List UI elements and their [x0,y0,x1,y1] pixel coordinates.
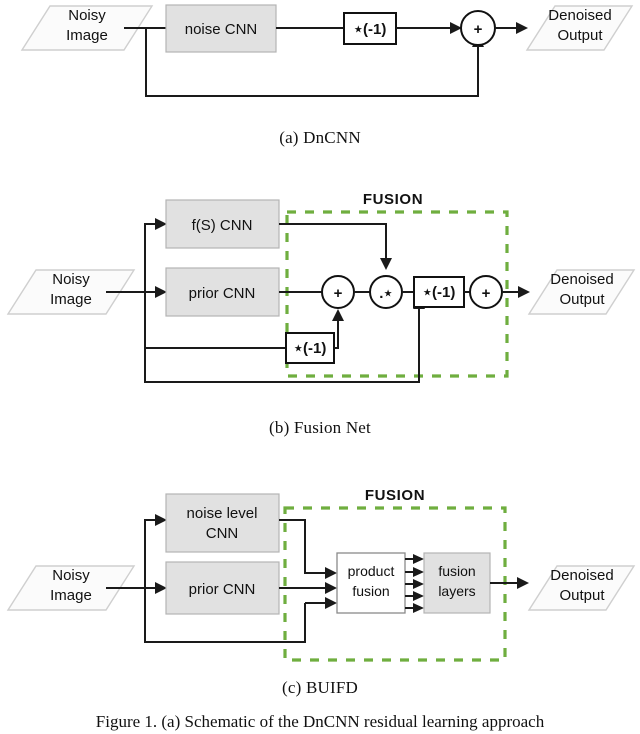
denoised-output-b: Denoised Output [527,269,636,315]
prior-cnn-block-b: prior CNN [165,267,280,317]
figure-caption: Figure 1. (a) Schematic of the DnCNN res… [95,712,545,731]
product-fusion-block: product fusion [336,552,406,614]
subcaption-a: (a) DnCNN [279,128,361,147]
product-fusion-label-line1: product [348,563,395,579]
arrowhead-noise-into-product-fusion [325,567,337,579]
arrowhead-prior-into-product-fusion [325,582,337,594]
fs-cnn-label: f(S) CNN [192,217,253,234]
denoised-output-label-line2: Output [557,27,603,44]
negate-skip-block-b: ⋆(-1) [285,332,335,364]
noisy-image-label-line1-b: Noisy [52,271,90,288]
arrowhead-into-output-c [517,577,529,589]
noisy-image-label-line1: Noisy [68,7,106,24]
fusion-label-c: FUSION [365,487,425,504]
negate-block-a: ⋆(-1) [343,12,397,45]
noisy-image-label-line2-c: Image [50,587,92,604]
denoised-output-label-line2-b: Output [559,291,605,308]
negate-inline-block-b: ⋆(-1) [413,276,465,308]
subcaption-b: (b) Fusion Net [269,418,371,437]
arrowhead-skip-into-product-fusion [325,597,337,609]
wire-bus-skip-to-sum2 [144,309,420,383]
noise-cnn-block: noise CNN [165,4,277,53]
negate-inline-label-b: ⋆(-1) [423,284,456,301]
arrowhead-into-noise-level-cnn [155,514,167,526]
noise-level-cnn-block: noise level CNN [165,493,280,553]
product-label-b: .⋆ [379,285,393,302]
noisy-image-label-line2: Image [66,27,108,44]
dncnn-diagram: Noisy Image noise CNN ⋆(-1) + Denoised O… [20,4,634,97]
fusion-layers-label-line1: fusion [438,563,475,579]
prior-cnn-block-c: prior CNN [165,561,280,615]
denoised-output-a: Denoised Output [525,5,634,51]
arrowhead-into-fs-cnn [155,218,167,230]
negate-label-a: ⋆(-1) [354,21,387,38]
arrowhead-into-prior-cnn-c [155,582,167,594]
panel-dncnn: Noisy Image noise CNN ⋆(-1) + Denoised O… [0,0,640,120]
prior-cnn-label-c: prior CNN [189,581,256,598]
fs-cnn-block: f(S) CNN [165,199,280,249]
interconnect-arrows [405,554,424,613]
denoised-output-label-line1-c: Denoised [550,567,613,584]
sum-node-1-b: + [321,275,355,309]
arrowhead-into-product-node [380,258,392,270]
arrowhead-into-prior-cnn-b [155,286,167,298]
noise-level-cnn-label-line2: CNN [206,525,239,542]
sum-node-2-b: + [469,275,503,309]
denoised-output-c: Denoised Output [527,565,636,611]
sum-node-a: + [460,10,496,46]
denoised-output-label-line1-b: Denoised [550,271,613,288]
fusion-layers-label-line2: layers [438,583,475,599]
wire-fs-cnn-to-product [279,223,387,258]
subcaption-c: (c) BUIFD [282,678,358,697]
noise-level-cnn-label-line1: noise level [187,505,258,522]
sum2-label-b: + [482,285,491,302]
arrowhead-into-output-a [516,22,528,34]
negate-skip-label-b: ⋆(-1) [294,340,327,357]
fusion-net-diagram: FUSION Noisy Image f(S) CNN prior CNN + … [6,191,636,383]
panel-fusion-net: FUSION Noisy Image f(S) CNN prior CNN + … [0,180,640,410]
fusion-layers-block: fusion layers [423,552,491,614]
arrowhead-negate-into-sum1 [332,309,344,321]
prior-cnn-label-b: prior CNN [189,285,256,302]
noise-cnn-label: noise CNN [185,21,258,38]
sum1-label-b: + [334,285,343,302]
denoised-output-label-line1: Denoised [548,7,611,24]
figure-1-schematic: Noisy Image noise CNN ⋆(-1) + Denoised O… [0,0,640,734]
product-fusion-label-line2: fusion [352,583,389,599]
wire-bus-up-to-noise-cnn [144,519,155,588]
noisy-image-label-line2-b: Image [50,291,92,308]
product-node-b: .⋆ [369,275,403,309]
sum-label-a: + [474,21,483,38]
noisy-image-label-line1-c: Noisy [52,567,90,584]
fusion-label-b: FUSION [363,191,423,208]
wire-bus-up-to-fs-cnn [144,223,155,292]
buifd-diagram: FUSION Noisy Image noise level CNN prior… [6,487,636,662]
arrowhead-into-output-b [518,286,530,298]
panel-buifd: FUSION Noisy Image noise level CNN prior… [0,470,640,670]
denoised-output-label-line2-c: Output [559,587,605,604]
